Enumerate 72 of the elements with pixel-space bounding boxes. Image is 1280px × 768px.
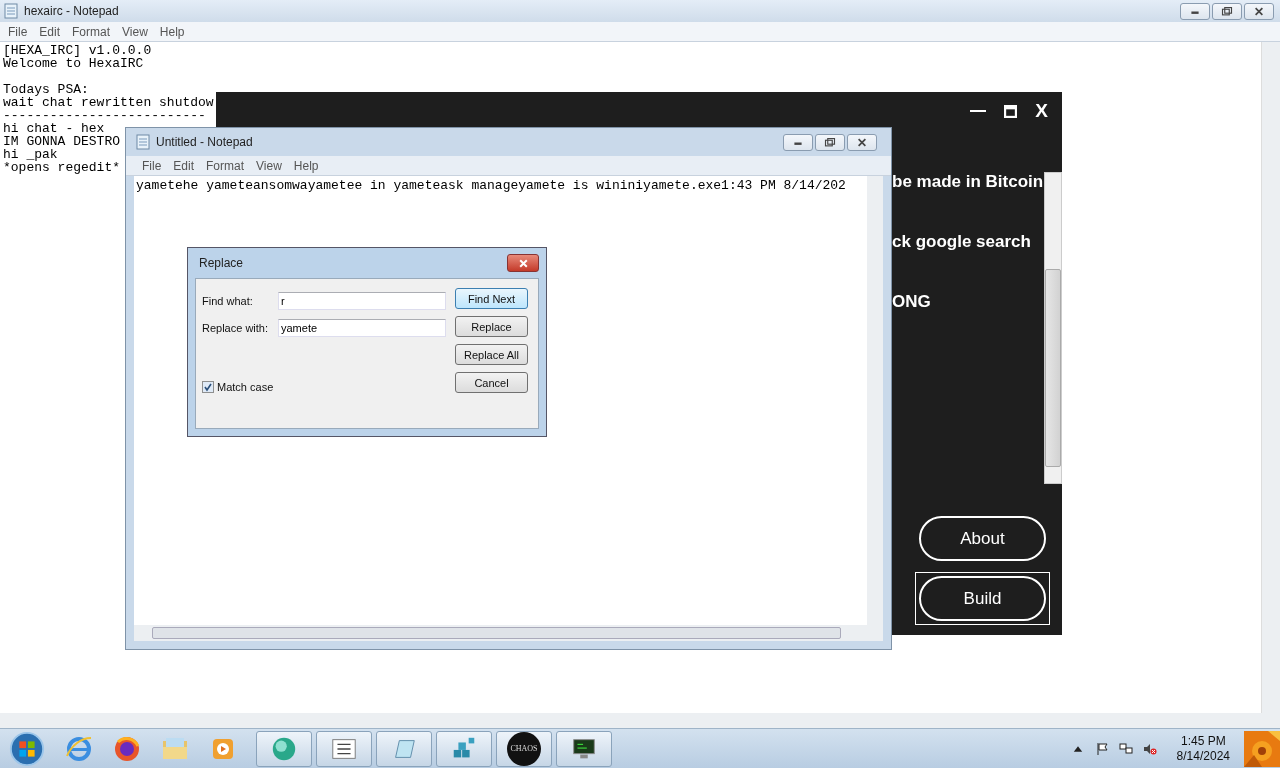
restore-button[interactable] (1212, 2, 1242, 20)
field-label: Find what: (202, 294, 254, 307)
close-button[interactable]: X (1035, 100, 1048, 122)
field-label: Replace with: (202, 321, 270, 334)
list-item: be made in Bitcoin (892, 172, 1044, 193)
restore-icon (824, 137, 836, 147)
dialog-title: Replace (198, 256, 244, 270)
restore-icon (1221, 6, 1233, 16)
text-line: IM GONNA DESTRO (3, 135, 121, 148)
taskbar-button[interactable] (556, 730, 612, 767)
notepad-icon (136, 134, 150, 150)
text-line: Todays PSA: (3, 83, 89, 96)
checkbox[interactable] (202, 381, 214, 393)
menu-item[interactable]: View (116, 24, 154, 39)
text-line: Welcome to HexaIRC (3, 57, 144, 70)
close-icon (1253, 6, 1265, 16)
close-icon (517, 258, 529, 268)
close-button[interactable] (507, 254, 539, 272)
menu-item[interactable]: File (136, 158, 168, 173)
close-button[interactable] (847, 133, 877, 151)
taskbar-button[interactable]: CHAOS (496, 730, 552, 767)
menu-item[interactable]: Help (153, 24, 191, 39)
dialog-button[interactable]: Find Next (455, 288, 528, 309)
pill-button[interactable]: About (919, 516, 1046, 561)
start-button[interactable] (8, 729, 46, 768)
menu-item[interactable]: Format (66, 24, 117, 39)
minimize-icon[interactable] (970, 109, 987, 113)
dialog-button[interactable]: Replace (455, 316, 528, 337)
input-field[interactable]: r (278, 291, 446, 310)
menu-item[interactable]: File (2, 24, 34, 39)
scroll-thumb[interactable] (152, 627, 841, 639)
menu-item[interactable]: Edit (167, 158, 201, 173)
restore-button[interactable] (815, 133, 845, 151)
clock-date: 8/14/2024 (1176, 748, 1230, 764)
flag-icon[interactable] (1094, 741, 1109, 756)
menu-item[interactable]: Edit (33, 24, 67, 39)
text-line: [HEXA_IRC] v1.0.0.0 (3, 44, 152, 57)
minimize-button[interactable] (783, 133, 813, 151)
notepad-icon (4, 3, 18, 19)
dialog-button[interactable]: Replace All (455, 344, 528, 365)
window-title: hexairc - Notepad (24, 4, 119, 18)
text-line: hi chat - hex (3, 122, 105, 135)
text-line: hi _pak (3, 148, 58, 161)
input-field[interactable]: yamete (278, 318, 446, 337)
scrollbar[interactable] (134, 625, 867, 641)
clock-time: 1:45 PM (1180, 733, 1226, 749)
dialog-button[interactable]: Cancel (455, 372, 528, 393)
minimize-button[interactable] (1180, 2, 1210, 20)
clock[interactable]: 1:45 PM 8/14/2024 (1176, 733, 1230, 764)
menu-item[interactable]: Help (287, 158, 325, 173)
pill-button[interactable]: Build (919, 576, 1046, 621)
network-icon[interactable] (1118, 741, 1133, 756)
menu-item[interactable]: View (250, 158, 288, 173)
checkbox-label: Match case (217, 381, 274, 393)
list-item: ck google search (892, 232, 1032, 253)
window-title: Untitled - Notepad (156, 135, 253, 149)
scroll-thumb[interactable] (1045, 269, 1061, 467)
scrollbar[interactable] (867, 176, 883, 625)
text-line: -------------------------- (3, 109, 206, 122)
scrollbar[interactable] (0, 713, 1280, 728)
list-item: ONG (892, 292, 932, 313)
text-line: yametehe yameteansomwayametee in yameteask manageyamete is wininiyamete.exe1:43 PM 8/14/202 (136, 179, 846, 192)
maximize-icon[interactable] (1004, 104, 1018, 118)
menu-item[interactable]: Format (200, 158, 251, 173)
close-icon (856, 137, 868, 147)
text-line: wait chat rewritten shutdow (3, 96, 214, 109)
app-logo: CHAOS (507, 731, 541, 766)
taskbar-button[interactable] (316, 730, 372, 767)
text-line: *opens regedit* (3, 161, 121, 174)
scrollbar[interactable] (1044, 172, 1062, 484)
close-button[interactable] (1244, 2, 1274, 20)
scrollbar[interactable] (1261, 42, 1280, 713)
